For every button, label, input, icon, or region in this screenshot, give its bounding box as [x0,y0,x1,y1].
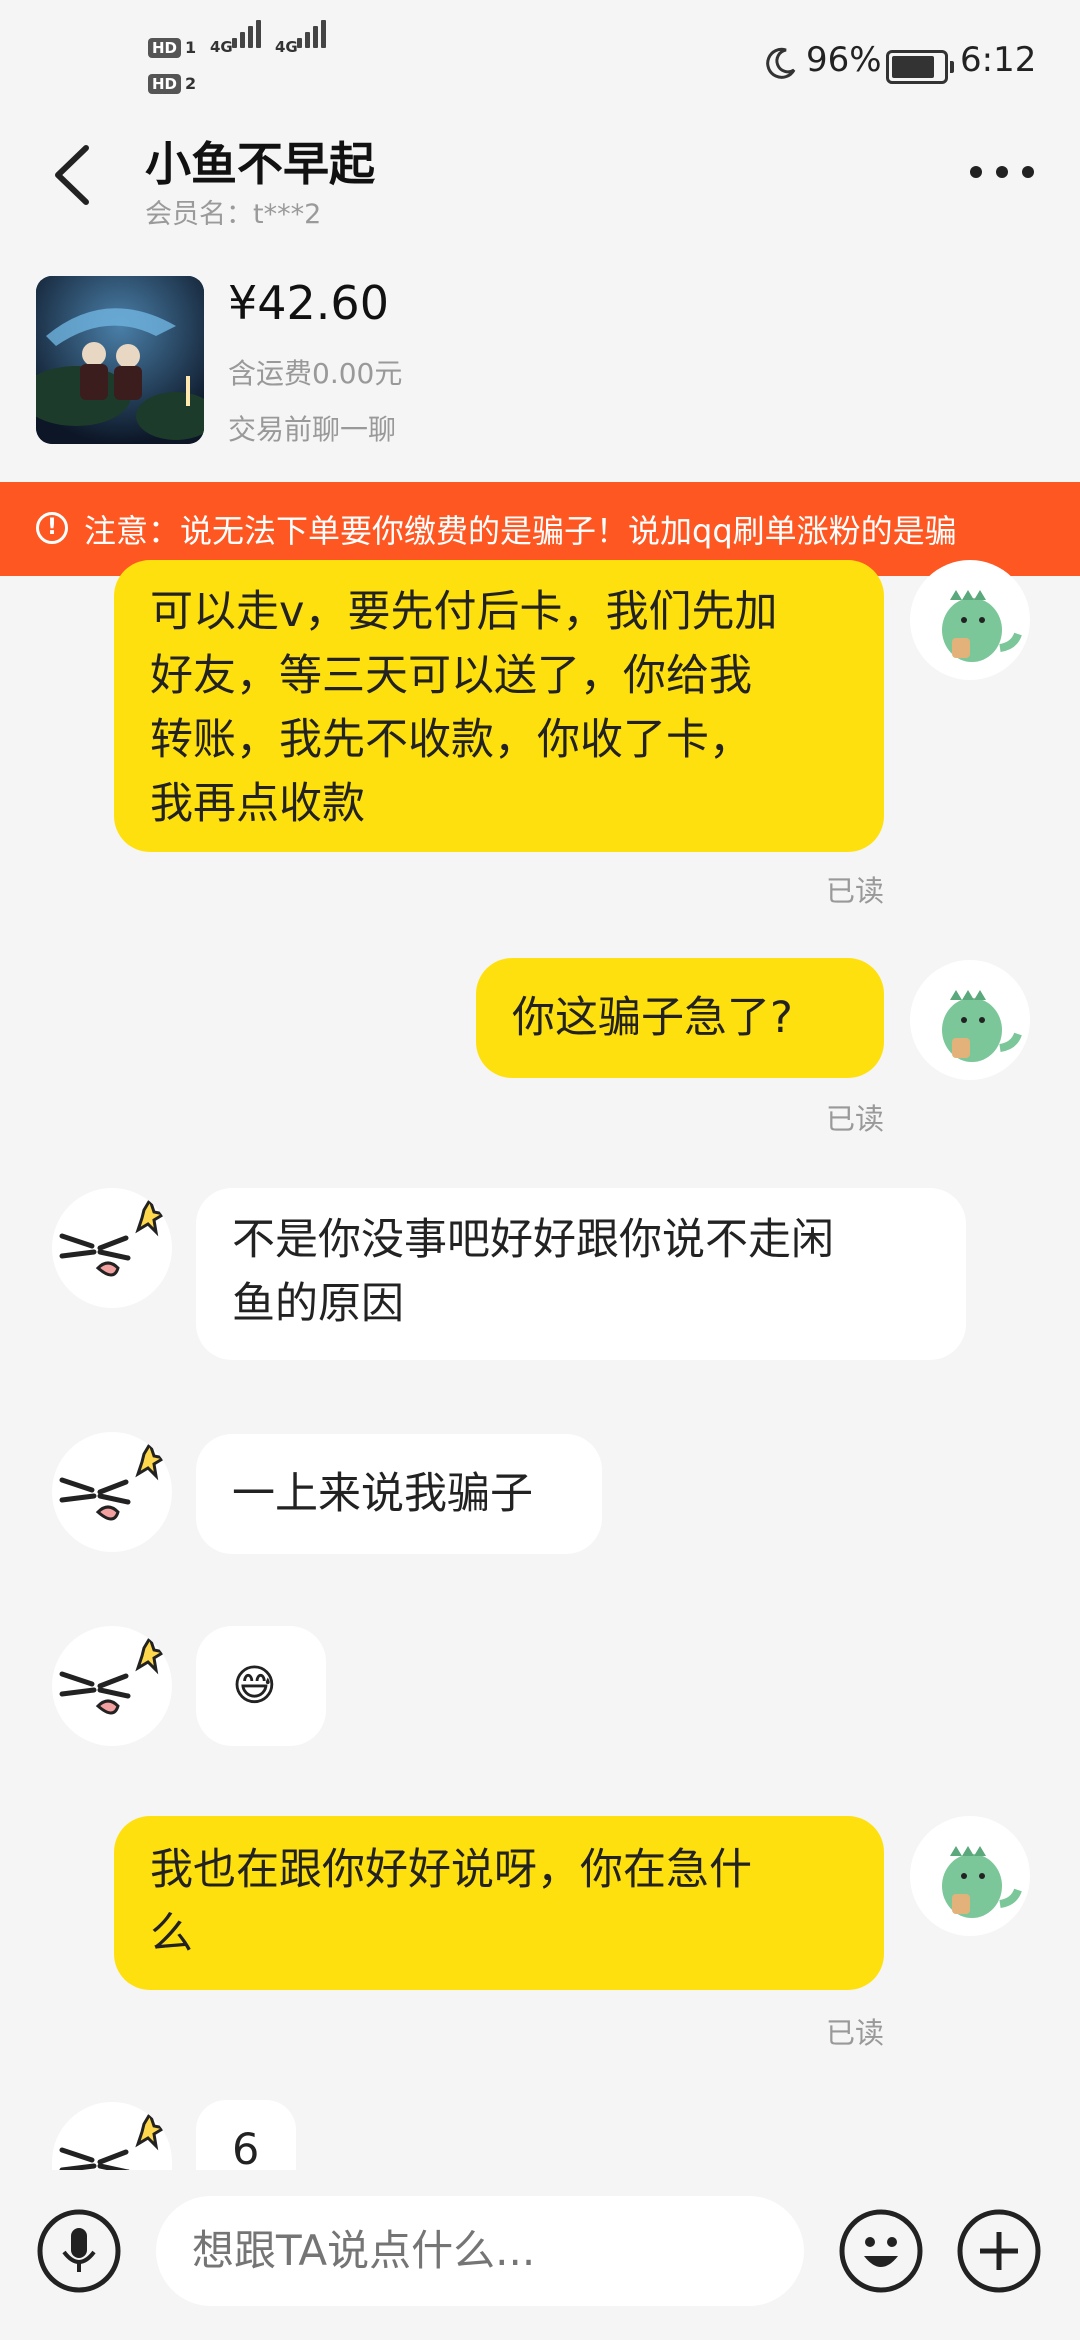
moon-icon [766,47,796,79]
dinosaur-icon [942,590,1022,662]
other-avatar[interactable] [52,2102,172,2170]
message-bubble-received[interactable]: 一上来说我骗子 [196,1434,602,1554]
squinting-face-icon [59,1196,169,1277]
sim1-indicator: HD 1 [148,38,196,58]
shipping-info: 含运费0.00元 [228,357,403,390]
microphone-icon[interactable] [36,2208,122,2294]
message-bubble-received[interactable]: 😅 [196,1626,326,1746]
message-bubble-sent[interactable]: 可以走v，要先付后卡，我们先加 好友，等三天可以送了，你给我 转账，我先不收款，… [114,560,884,852]
message-bubble-sent[interactable]: 我也在跟你好好说呀，你在急什 么 [114,1816,884,1990]
product-thumbnail[interactable] [36,276,204,444]
emoji-icon[interactable] [838,2208,924,2294]
my-avatar[interactable] [910,1816,1030,1936]
dinosaur-icon [942,990,1022,1062]
squinting-face-icon [59,2110,169,2170]
clock: 6:12 [960,40,1037,80]
battery-icon [886,50,954,84]
other-avatar[interactable] [52,1432,172,1552]
squinting-face-icon [59,1440,169,1521]
message-bubble-received[interactable]: 6 [196,2100,296,2170]
chat-title: 小鱼不早起 [145,137,375,191]
read-status: 已读 [826,1102,885,1136]
status-bar: HD 1 HD 2 4G 4G 96% 6:12 [0,0,1080,130]
warning-icon: ! [36,512,68,544]
read-status: 已读 [826,874,885,908]
other-avatar[interactable] [52,1188,172,1308]
sim2-indicator: HD 2 [148,74,196,94]
other-avatar[interactable] [52,1626,172,1746]
squinting-face-icon [59,1634,169,1715]
warning-text: 注意：说无法下单要你缴费的是骗子！说加qq刷单涨粉的是骗 [84,512,957,550]
product-price: ¥42.60 [228,276,389,330]
message-bubble-received[interactable]: 不是你没事吧好好跟你说不走闲 鱼的原因 [196,1188,966,1360]
message-input[interactable] [156,2196,804,2306]
back-arrow-icon[interactable] [48,140,98,210]
read-status: 已读 [826,2016,885,2050]
dinosaur-icon [942,1846,1022,1918]
my-avatar[interactable] [910,960,1030,1080]
more-options-icon[interactable] [970,160,1034,184]
message-bubble-sent[interactable]: 你这骗子急了? [476,958,884,1078]
member-name: 会员名：t***2 [145,199,322,230]
my-avatar[interactable] [910,560,1030,680]
product-image [36,276,204,444]
plus-icon[interactable] [956,2208,1042,2294]
battery-percent: 96% [806,40,882,80]
chat-hint: 交易前聊一聊 [228,413,397,446]
